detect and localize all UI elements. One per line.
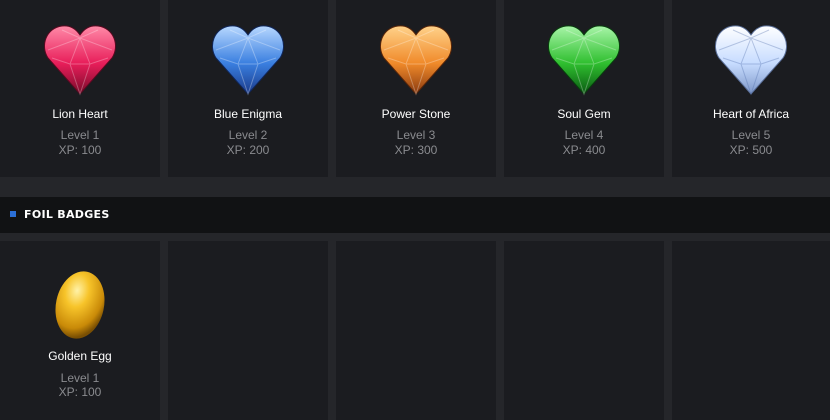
badge-xp: XP: 300 — [394, 143, 438, 157]
white-heart-gem-icon — [715, 25, 787, 96]
badge-card-heart-of-africa[interactable]: Heart of Africa Level 5 XP: 500 — [672, 0, 830, 177]
badge-level: Level 1 — [60, 128, 100, 142]
badges-page: Lion Heart Level 1 XP: 100 Blue Enigma L… — [0, 0, 830, 420]
badge-xp: XP: 200 — [226, 143, 270, 157]
empty-badge-slot — [672, 241, 830, 420]
badge-xp: XP: 400 — [562, 143, 606, 157]
gem-badges-row: Lion Heart Level 1 XP: 100 Blue Enigma L… — [0, 0, 830, 177]
badge-xp: XP: 100 — [58, 385, 102, 399]
badge-card-lion-heart[interactable]: Lion Heart Level 1 XP: 100 — [0, 0, 160, 177]
badge-card-soul-gem[interactable]: Soul Gem Level 4 XP: 400 — [504, 0, 664, 177]
empty-badge-slot — [336, 241, 496, 420]
badge-level: Level 3 — [396, 128, 436, 142]
badge-name: Blue Enigma — [213, 107, 283, 121]
pink-heart-gem-icon — [44, 25, 116, 96]
blue-heart-gem-icon — [212, 25, 284, 96]
badge-name: Soul Gem — [557, 107, 611, 121]
badge-level: Level 4 — [564, 128, 604, 142]
empty-badge-slot — [168, 241, 328, 420]
badge-xp: XP: 500 — [729, 143, 773, 157]
badge-name: Heart of Africa — [712, 107, 790, 121]
badge-level: Level 5 — [731, 128, 771, 142]
badge-name: Golden Egg — [48, 349, 112, 363]
badge-card-power-stone[interactable]: Power Stone Level 3 XP: 300 — [336, 0, 496, 177]
badge-name: Lion Heart — [52, 107, 108, 121]
badge-level: Level 1 — [60, 371, 100, 385]
badge-card-blue-enigma[interactable]: Blue Enigma Level 2 XP: 200 — [168, 0, 328, 177]
foil-badges-row: Golden Egg Level 1 XP: 100 — [0, 241, 830, 420]
section-title: FOIL BADGES — [24, 208, 110, 221]
badge-xp: XP: 100 — [58, 143, 102, 157]
golden-egg-icon — [55, 271, 105, 339]
orange-heart-gem-icon — [380, 25, 452, 96]
section-marker-icon — [10, 211, 16, 217]
foil-badges-header: FOIL BADGES — [0, 197, 830, 233]
badge-card-golden-egg[interactable]: Golden Egg Level 1 XP: 100 — [0, 241, 160, 420]
empty-badge-slot — [504, 241, 664, 420]
badge-name: Power Stone — [381, 107, 451, 121]
badge-level: Level 2 — [228, 128, 268, 142]
green-heart-gem-icon — [548, 25, 620, 96]
